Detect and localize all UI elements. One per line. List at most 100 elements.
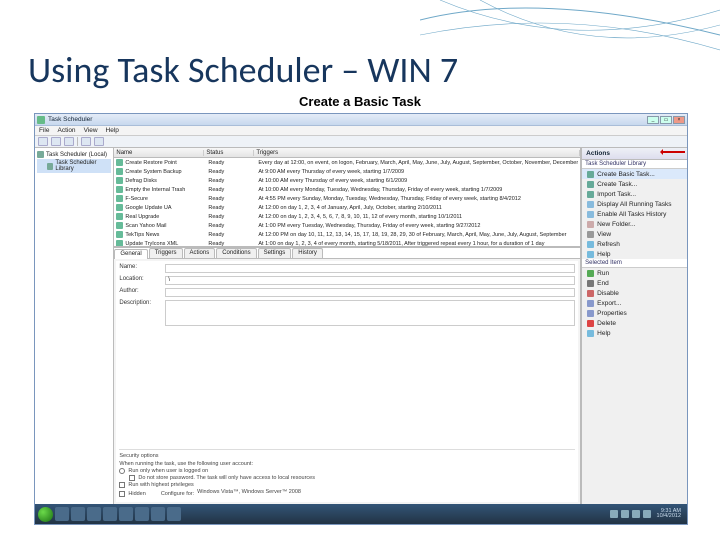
tab-history[interactable]: History	[292, 248, 323, 258]
action-label: Help	[597, 251, 610, 258]
task-status: Ready	[208, 196, 258, 202]
tray-icon[interactable]	[621, 510, 629, 518]
location-field: \	[165, 276, 575, 285]
taskbar-app-8[interactable]	[167, 507, 181, 521]
task-name: Empty the Internal Trash	[125, 187, 208, 193]
action-item[interactable]: End	[582, 278, 687, 288]
tray-icon[interactable]	[610, 510, 618, 518]
task-name: Create System Backup	[125, 169, 208, 175]
action-icon	[587, 191, 594, 198]
chk-highest-priv[interactable]	[119, 482, 125, 488]
action-item[interactable]: New Folder...	[582, 219, 687, 229]
action-item[interactable]: Create Basic Task...	[582, 169, 687, 179]
taskbar: 9:31 AM 10/4/2012	[35, 504, 687, 524]
col-name[interactable]: Name	[114, 150, 204, 156]
configure-dropdown[interactable]: Windows Vista™, Windows Server™ 2008	[197, 489, 347, 498]
tab-triggers[interactable]: Triggers	[149, 248, 183, 258]
task-row[interactable]: Create System BackupReadyAt 9:00 AM ever…	[114, 167, 580, 176]
app-icon	[37, 116, 45, 124]
maximize-button[interactable]: ▭	[660, 116, 672, 124]
tab-actions[interactable]: Actions	[184, 248, 216, 258]
task-name: Create Restore Point	[125, 160, 208, 166]
taskbar-app-5[interactable]	[119, 507, 133, 521]
task-name: F-Secure	[125, 196, 208, 202]
tab-settings[interactable]: Settings	[258, 248, 292, 258]
menu-view[interactable]: View	[84, 127, 98, 134]
task-trigger: At 4:55 PM every Sunday, Monday, Tuesday…	[258, 196, 578, 202]
radio-logged-on[interactable]	[119, 468, 125, 474]
tab-general[interactable]: General	[114, 249, 147, 259]
col-status[interactable]: Status	[204, 150, 254, 156]
action-item[interactable]: Disable	[582, 288, 687, 298]
actions-header: Actions	[582, 148, 687, 160]
taskbar-app-4[interactable]	[103, 507, 117, 521]
action-icon	[587, 270, 594, 277]
tree-library[interactable]: Task Scheduler Library	[37, 159, 111, 173]
action-icon	[587, 211, 594, 218]
action-item[interactable]: Properties	[582, 308, 687, 318]
name-field	[165, 264, 575, 273]
action-item[interactable]: Display All Running Tasks	[582, 199, 687, 209]
task-row[interactable]: Empty the Internal TrashReadyAt 10:00 AM…	[114, 185, 580, 194]
task-trigger: At 12:00 on day 1, 2, 3, 4 of January, A…	[258, 205, 578, 211]
toolbar	[35, 136, 687, 148]
action-label: Delete	[597, 320, 616, 327]
menu-help[interactable]: Help	[106, 127, 119, 134]
minimize-button[interactable]: _	[647, 116, 659, 124]
action-item[interactable]: Enable All Tasks History	[582, 209, 687, 219]
tray-icon[interactable]	[643, 510, 651, 518]
tray-icon[interactable]	[632, 510, 640, 518]
toolbar-refresh-icon[interactable]	[81, 137, 91, 146]
task-row[interactable]: Create Restore PointReadyEvery day at 12…	[114, 158, 580, 167]
task-row[interactable]: TekTips NewsReadyAt 12:00 PM on day 10, …	[114, 230, 580, 239]
action-item[interactable]: Help	[582, 249, 687, 259]
slide-title: Using Task Scheduler – WIN 7	[28, 48, 458, 92]
chk-hidden[interactable]	[119, 491, 125, 497]
system-clock[interactable]: 9:31 AM 10/4/2012	[654, 509, 684, 520]
menu-file[interactable]: File	[39, 127, 49, 134]
action-item[interactable]: Delete	[582, 318, 687, 328]
action-item[interactable]: Export...	[582, 298, 687, 308]
taskbar-app-2[interactable]	[71, 507, 85, 521]
toolbar-help-icon[interactable]	[94, 137, 104, 146]
action-label: View	[597, 231, 611, 238]
close-button[interactable]: ×	[673, 116, 685, 124]
action-item[interactable]: Create Task...	[582, 179, 687, 189]
action-item[interactable]: View	[582, 229, 687, 239]
author-field	[165, 288, 575, 297]
task-row[interactable]: Scan Yahoo MailReadyAt 1:00 PM every Tue…	[114, 221, 580, 230]
toolbar-forward-icon[interactable]	[51, 137, 61, 146]
task-row[interactable]: Google Update UAReadyAt 12:00 on day 1, …	[114, 203, 580, 212]
action-item[interactable]: Run	[582, 268, 687, 278]
task-row[interactable]: Real UpgradeReadyAt 12:00 on day 1, 2, 3…	[114, 212, 580, 221]
action-item[interactable]: Help	[582, 328, 687, 338]
task-row[interactable]: F-SecureReadyAt 4:55 PM every Sunday, Mo…	[114, 194, 580, 203]
col-triggers[interactable]: Triggers	[254, 150, 580, 156]
action-icon	[587, 251, 594, 258]
hidden-label: Hidden	[128, 491, 145, 497]
tab-conditions[interactable]: Conditions	[216, 248, 256, 258]
task-icon	[116, 231, 123, 238]
actions-section-selected: Selected Item	[582, 259, 687, 268]
task-icon	[116, 177, 123, 184]
toolbar-up-icon[interactable]	[64, 137, 74, 146]
chk-no-password[interactable]	[129, 475, 135, 481]
tree-root[interactable]: Task Scheduler (Local)	[37, 150, 111, 159]
start-button[interactable]	[38, 507, 53, 522]
taskbar-app-1[interactable]	[55, 507, 69, 521]
taskbar-app-7[interactable]	[151, 507, 165, 521]
task-row[interactable]: Update TryIcons XMLReadyAt 1:00 on day 1…	[114, 239, 580, 248]
center-pane: Name Status Triggers Create Restore Poin…	[114, 148, 581, 504]
task-row[interactable]: Defrag DisksReadyAt 10:00 AM every Thurs…	[114, 176, 580, 185]
toolbar-back-icon[interactable]	[38, 137, 48, 146]
actions-section-library: Task Scheduler Library	[582, 160, 687, 169]
task-status: Ready	[208, 241, 258, 247]
menu-action[interactable]: Action	[57, 127, 75, 134]
taskbar-app-3[interactable]	[87, 507, 101, 521]
task-name: Defrag Disks	[125, 178, 208, 184]
action-item[interactable]: Import Task...	[582, 189, 687, 199]
action-label: Run	[597, 270, 609, 277]
clock-date: 10/4/2012	[657, 514, 681, 520]
taskbar-app-6[interactable]	[135, 507, 149, 521]
action-item[interactable]: Refresh	[582, 239, 687, 249]
